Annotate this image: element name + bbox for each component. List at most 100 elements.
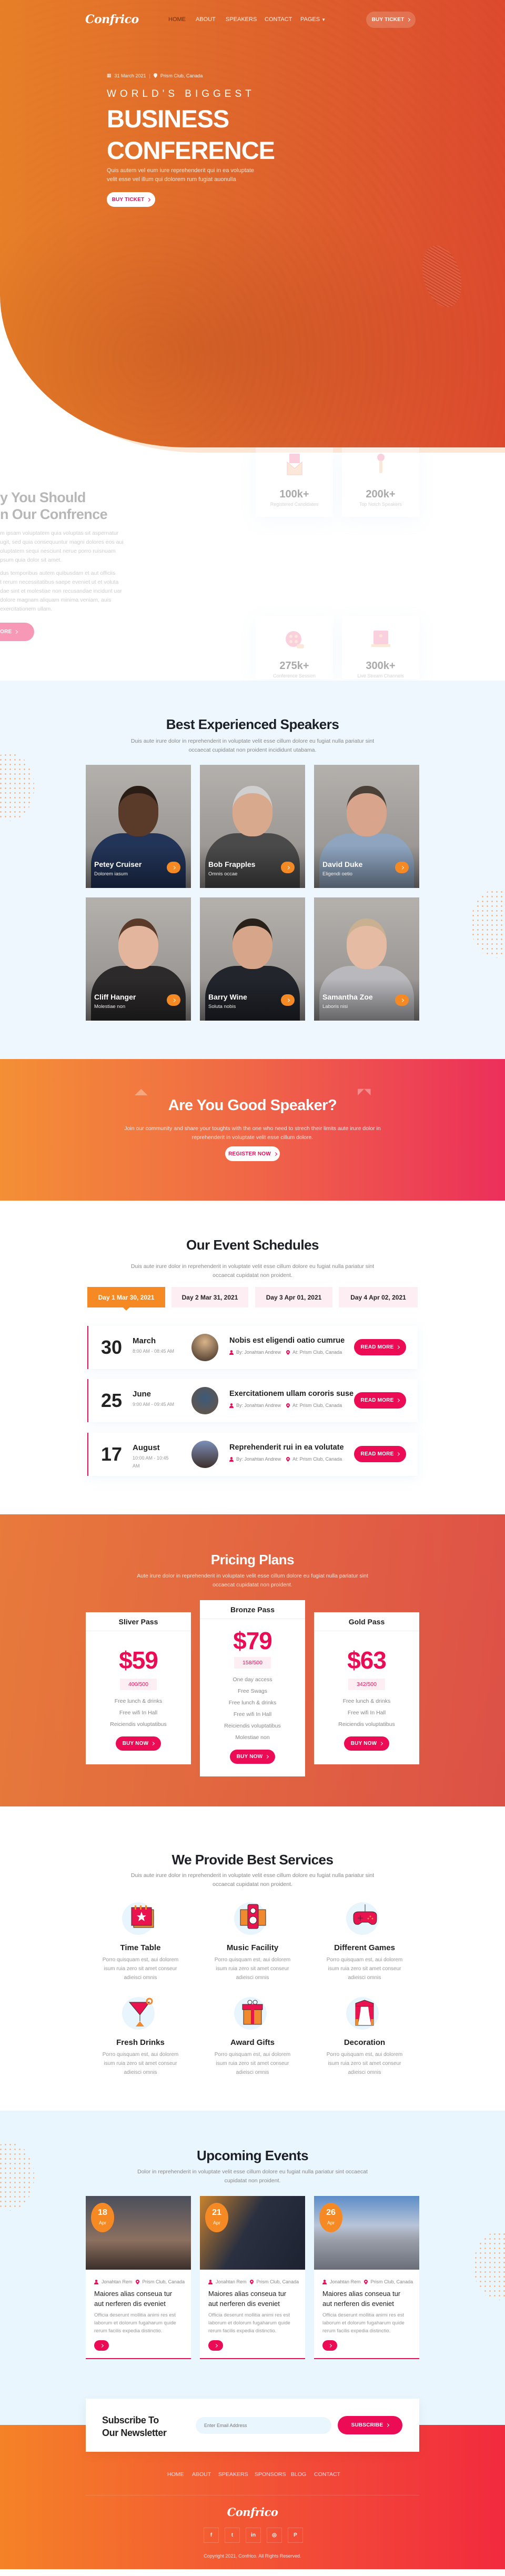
event-details-button[interactable] xyxy=(322,2340,337,2351)
about-text-line: m ipsam voluptatem quia voluptas sit asp… xyxy=(0,530,119,536)
footer-nav-contact[interactable]: CONTACT xyxy=(314,2471,340,2478)
subscribe-button[interactable]: SUBSCRIBE xyxy=(338,2416,402,2434)
stat-card: 200k+ Top Notch Speakers xyxy=(342,447,419,517)
footer-nav-speakers[interactable]: SPEAKERS xyxy=(218,2471,248,2478)
about-text-line: dae sint et molestiae non recusandae inc… xyxy=(0,588,122,594)
event-image[interactable]: 18 Apr xyxy=(86,2196,191,2270)
service-text: Porro quisquam est, aui dolorem isum rui… xyxy=(102,1957,179,1981)
pinterest-icon[interactable]: P xyxy=(288,2528,303,2543)
buy-now-button[interactable]: BUY NOW xyxy=(344,1736,389,1751)
event-title[interactable]: Maiores alias conseua tur aut nerferen d… xyxy=(208,2289,297,2309)
speaker-details-button[interactable] xyxy=(167,862,180,873)
footer-logo[interactable]: Confrico xyxy=(0,2505,505,2519)
event-image[interactable]: 21 Apr xyxy=(200,2196,305,2270)
newsletter-email-input[interactable] xyxy=(196,2417,331,2434)
map-pin-icon xyxy=(286,1456,290,1462)
speaker-details-button[interactable] xyxy=(395,862,409,873)
event-location: At: Prism Club, Canada xyxy=(292,1456,342,1462)
speaker-card[interactable]: Barry Wine Soluta nobis xyxy=(200,897,305,1021)
hero-background-image xyxy=(0,200,505,447)
event-title[interactable]: Nobis est eligendi oatio cumrue xyxy=(229,1336,345,1345)
event-meta: By: Jonahtan Andrew At: Prism Club, Canad… xyxy=(229,1350,342,1355)
plan-feature: Molestiae non xyxy=(235,1734,270,1741)
header-buy-ticket-label: BUY TICKET xyxy=(371,17,405,23)
nav-contact[interactable]: CONTACT xyxy=(265,16,292,23)
stat-value: 275k+ xyxy=(279,660,309,672)
footer-nav-blog[interactable]: BLOG xyxy=(291,2471,306,2478)
nav-home[interactable]: HOME xyxy=(168,16,186,23)
footer-nav-about[interactable]: ABOUT xyxy=(192,2471,211,2478)
chevron-right-icon xyxy=(386,2423,390,2428)
facebook-icon[interactable]: f xyxy=(204,2528,219,2543)
event-thumbnail xyxy=(191,1387,218,1414)
pinterest-icon-glyph: P xyxy=(294,2532,297,2538)
read-more-button[interactable]: READ MORE xyxy=(354,1446,406,1462)
speaker-details-button[interactable] xyxy=(167,994,180,1006)
read-more-button[interactable]: READ MORE xyxy=(354,1392,406,1409)
event-card: 26 Apr Jonahtan Rem Prism Club, Canada Mai… xyxy=(314,2196,419,2359)
schedule-tab-day-2[interactable]: Day 2 Mar 31, 2021 xyxy=(171,1287,248,1307)
plan-feature: Free wifi In Hall xyxy=(119,1710,158,1716)
twitter-icon-glyph: t xyxy=(231,2532,234,2538)
event-date-day: 18 xyxy=(98,2208,107,2217)
event-location: At: Prism Club, Canada xyxy=(292,1403,342,1408)
speaker-card[interactable]: Cliff Hanger Molestiae non xyxy=(86,897,191,1021)
logo[interactable]: Confrico xyxy=(85,13,139,26)
twitter-icon[interactable]: t xyxy=(225,2528,240,2543)
event-time: 9:00 AM - 09:45 AM xyxy=(133,1402,175,1407)
event-meta: Jonahtan Rem Prism Club, Canada xyxy=(322,2279,419,2284)
event-title[interactable]: Maiores alias conseua tur aut nerferen d… xyxy=(94,2289,183,2309)
event-card: 21 Apr Jonahtan Rem Prism Club, Canada Mai… xyxy=(200,2196,305,2359)
header-buy-ticket-button[interactable]: BUY TICKET xyxy=(366,12,416,28)
speaker-name: Bob Frapples xyxy=(208,860,256,868)
event-time: 8:00 AM - 08:45 AM xyxy=(133,1349,175,1354)
service-item: Time Table Porro quisquam est, aui dolor… xyxy=(88,1900,193,1982)
event-details-button[interactable] xyxy=(94,2340,109,2351)
newsletter-title: Subscribe To Our Newsletter xyxy=(102,2414,167,2439)
event-meta: By: Jonahtan Andrew At: Prism Club, Canad… xyxy=(229,1456,342,1462)
plan-feature: Free Swags xyxy=(237,1688,268,1694)
speaker-name: Petey Cruiser xyxy=(94,860,142,868)
speaker-details-button[interactable] xyxy=(281,862,295,873)
hero-buy-ticket-button[interactable]: BUY TICKET xyxy=(107,192,155,207)
linkedin-icon[interactable]: in xyxy=(246,2528,261,2543)
event-title[interactable]: Reprehenderit rui in ea volutate xyxy=(229,1443,344,1452)
read-more-button[interactable]: READ MORE xyxy=(354,1339,406,1355)
invitation-icon xyxy=(284,453,305,478)
nav-about[interactable]: ABOUT xyxy=(196,16,216,23)
speaker-card[interactable]: David Duke Eligendi oetio xyxy=(314,765,419,888)
register-now-button[interactable]: REGISTER NOW xyxy=(225,1146,280,1161)
caret-down-icon: ▼ xyxy=(321,17,326,22)
speaker-details-button[interactable] xyxy=(395,994,409,1006)
speaker-card[interactable]: Samantha Zoe Laboris nisi xyxy=(314,897,419,1021)
plan-feature: Free lunch & drinks xyxy=(114,1698,163,1704)
speaker-card[interactable]: Bob Frapples Omnis occae xyxy=(200,765,305,888)
pricing-card-2: Gold Pass $63 342/500 Free lunch & drink… xyxy=(314,1612,419,1764)
speaker-role: Molestiae non xyxy=(94,1004,126,1010)
speaker-card[interactable]: Petey Cruiser Dolorem iasum xyxy=(86,765,191,888)
event-meta: Jonahtan Rem Prism Club, Canada xyxy=(94,2279,191,2284)
buy-now-button[interactable]: BUY NOW xyxy=(116,1736,161,1751)
plan-feature: Free wifi In Hall xyxy=(347,1710,386,1716)
chevron-right-icon xyxy=(400,998,404,1002)
hero-kicker: WORLD'S BIGGEST xyxy=(107,88,255,99)
confetti-icon: ◤◥ xyxy=(358,1087,371,1096)
service-text: Porro quisquam est, aui dolorem isum rui… xyxy=(214,2052,291,2075)
schedule-tab-day-3[interactable]: Day 3 Apr 01, 2021 xyxy=(255,1287,332,1307)
footer-nav-sponsors[interactable]: SPONSORS xyxy=(255,2471,286,2478)
nav-pages[interactable]: PAGES ▼ xyxy=(300,16,326,23)
event-image[interactable]: 26 Apr xyxy=(314,2196,419,2270)
event-date-month: Apr xyxy=(98,2220,106,2225)
about-read-more-button[interactable]: MORE xyxy=(0,623,34,641)
instagram-icon[interactable]: ◎ xyxy=(267,2528,282,2543)
speaker-details-button[interactable] xyxy=(281,994,295,1006)
plan-feature: Free lunch & drinks xyxy=(342,1698,391,1704)
nav-speakers[interactable]: SPEAKERS xyxy=(226,16,257,23)
event-details-button[interactable] xyxy=(208,2340,223,2351)
footer-nav-home[interactable]: HOME xyxy=(167,2471,184,2478)
buy-now-button[interactable]: BUY NOW xyxy=(230,1750,275,1764)
schedule-tab-day-4[interactable]: Day 4 Apr 02, 2021 xyxy=(339,1287,418,1307)
event-title[interactable]: Maiores alias conseua tur aut nerferen d… xyxy=(322,2289,411,2309)
schedule-tab-day-1[interactable]: Day 1 Mar 30, 2021 xyxy=(87,1287,165,1311)
event-title[interactable]: Exercitationem ullam cororis suse xyxy=(229,1390,354,1398)
